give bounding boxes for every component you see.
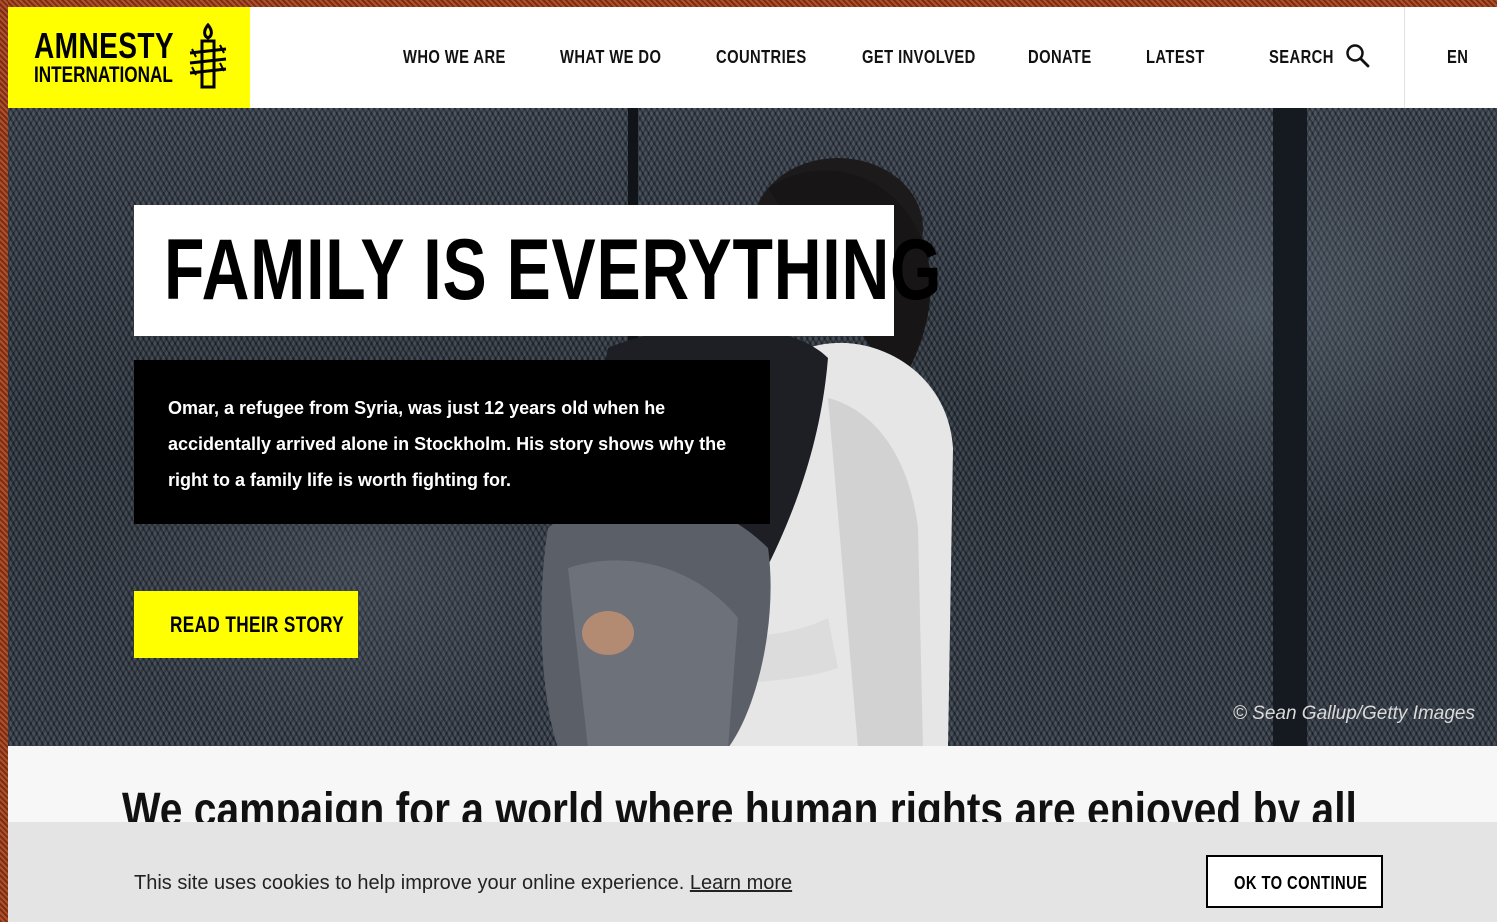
nav-item-what-we-do[interactable]: WHAT WE DO xyxy=(560,47,661,68)
window-frame-top xyxy=(0,0,1497,7)
site-header: AMNESTY INTERNATIONAL WHO WE ARE WHAT WE… xyxy=(8,7,1497,108)
search-icon[interactable] xyxy=(1345,43,1371,69)
main-nav: WHO WE ARE WHAT WE DO COUNTRIES GET INVO… xyxy=(8,7,1497,108)
background-pole xyxy=(1273,108,1307,746)
hero-description: Omar, a refugee from Syria, was just 12 … xyxy=(168,398,727,490)
read-their-story-label: READ THEIR STORY xyxy=(170,612,345,637)
hero-banner: FAMILY IS EVERYTHING Omar, a refugee fro… xyxy=(8,108,1497,746)
cookie-banner: This site uses cookies to help improve y… xyxy=(8,822,1497,922)
photo-credit: © Sean Gallup/Getty Images xyxy=(1232,703,1475,724)
learn-more-link[interactable]: Learn more xyxy=(690,872,792,894)
nav-item-latest[interactable]: LATEST xyxy=(1146,47,1205,68)
language-switcher[interactable]: EN xyxy=(1404,7,1497,108)
ok-to-continue-label: OK TO CONTINUE xyxy=(1234,873,1368,893)
cookie-message: This site uses cookies to help improve y… xyxy=(134,872,685,894)
nav-item-who-we-are[interactable]: WHO WE ARE xyxy=(403,47,506,68)
hero-title: FAMILY IS EVERYTHING xyxy=(164,222,943,318)
page: AMNESTY INTERNATIONAL WHO WE ARE WHAT WE… xyxy=(8,7,1497,922)
nav-item-countries[interactable]: COUNTRIES xyxy=(716,47,807,68)
cookie-message-line: This site uses cookies to help improve y… xyxy=(134,872,792,895)
read-their-story-button[interactable]: READ THEIR STORY xyxy=(134,591,358,658)
nav-item-get-involved[interactable]: GET INVOLVED xyxy=(862,47,976,68)
nav-item-donate[interactable]: DONATE xyxy=(1028,47,1092,68)
hero-description-box: Omar, a refugee from Syria, was just 12 … xyxy=(134,360,770,524)
hero-title-box: FAMILY IS EVERYTHING xyxy=(134,205,942,336)
window-frame-left xyxy=(0,0,8,922)
search-label[interactable]: SEARCH xyxy=(1269,47,1334,68)
language-label[interactable]: EN xyxy=(1447,47,1468,68)
ok-to-continue-button[interactable]: OK TO CONTINUE xyxy=(1206,855,1383,908)
